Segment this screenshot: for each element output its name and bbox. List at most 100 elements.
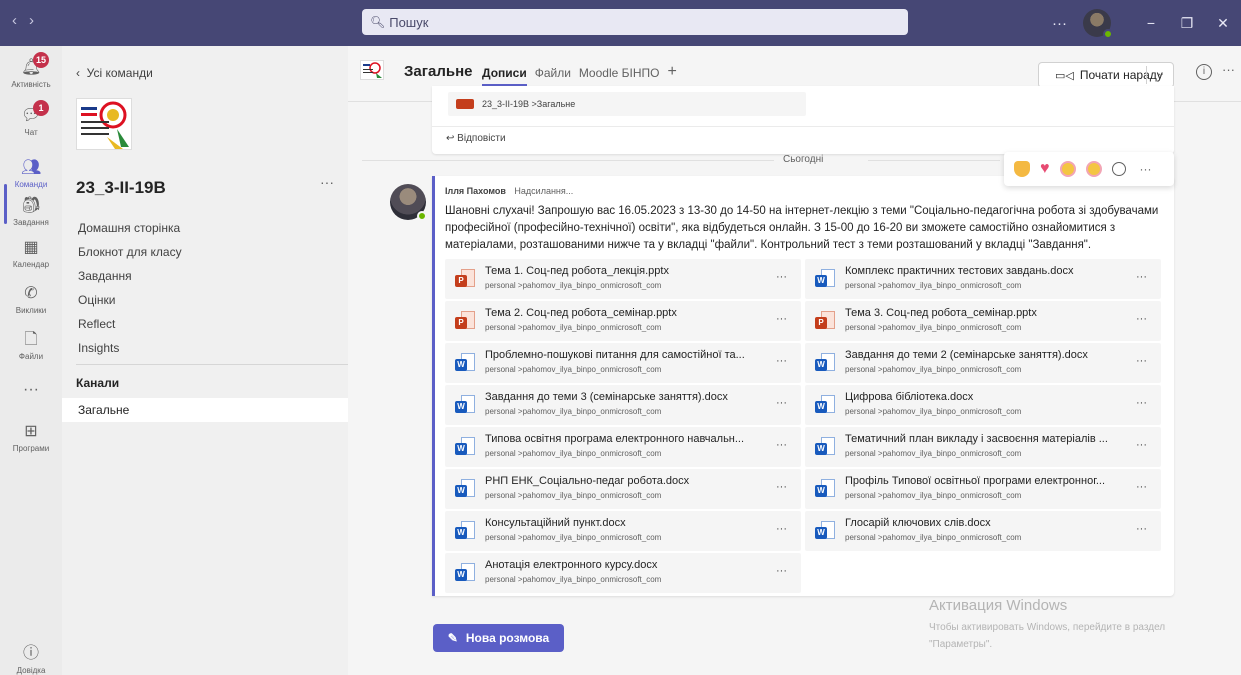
rail-item-calendar[interactable]: ▦ Календар — [0, 238, 62, 269]
start-meeting-label: Почати нараду — [1079, 68, 1163, 82]
all-teams-label: Усі команди — [86, 66, 153, 80]
rail-item-more[interactable]: ··· — [0, 380, 62, 402]
surprised-reaction-icon[interactable] — [1085, 161, 1102, 177]
team-link-reflect[interactable]: Reflect — [78, 312, 182, 336]
message-status: Надсилання... — [514, 186, 574, 196]
file-attachment[interactable]: W Типова освітня програма електронного на… — [445, 427, 801, 467]
file-attachment[interactable]: W Анотація електронного курсу.docx persona… — [445, 553, 801, 593]
file-more-icon[interactable]: ··· — [776, 565, 787, 577]
tab-posts[interactable]: Дописи — [482, 66, 527, 86]
word-icon: W — [815, 521, 835, 543]
rail-label: Завдання — [13, 218, 49, 227]
forward-arrow-icon[interactable]: › — [29, 12, 46, 29]
maximize-button[interactable]: ❐ — [1169, 15, 1205, 32]
author-avatar[interactable] — [390, 184, 427, 221]
chevron-left-icon: ‹ — [76, 66, 80, 80]
prev-attachment-label: 23_3-II-19B >Загальне — [482, 99, 576, 109]
info-icon[interactable]: i — [1196, 64, 1212, 80]
word-icon: W — [455, 479, 475, 501]
team-more-icon[interactable]: ··· — [320, 174, 334, 190]
channels-heading[interactable]: Канали — [76, 376, 119, 390]
file-more-icon[interactable]: ··· — [1136, 523, 1147, 535]
reply-link[interactable]: ↩ Відповісти — [446, 133, 506, 144]
file-more-icon[interactable]: ··· — [776, 271, 787, 283]
file-attachment[interactable]: W Консультаційний пункт.docx personal >pah… — [445, 511, 801, 551]
add-tab-button[interactable]: + — [667, 64, 676, 80]
rail-item-chat[interactable]: 💬︎ 1 Чат — [0, 100, 62, 137]
rail-item-files[interactable]: 🗋 Файли — [0, 330, 62, 361]
prev-attachment[interactable]: 23_3-II-19B >Загальне — [448, 92, 806, 116]
all-teams-link[interactable]: ‹ Усі команди — [76, 66, 153, 80]
rail-item-assignments[interactable]: 🎒︎ Завдання — [0, 196, 62, 227]
tab-moodle[interactable]: Moodle БІНПО — [579, 66, 660, 80]
help-icon: ⓘ — [22, 645, 39, 662]
profile-avatar[interactable] — [1083, 9, 1113, 39]
message-more-icon[interactable]: ··· — [1140, 162, 1152, 176]
close-button[interactable]: ✕ — [1205, 15, 1241, 32]
rail-item-teams[interactable]: 👥︎ Команди — [0, 158, 62, 189]
file-more-icon[interactable]: ··· — [776, 523, 787, 535]
start-meeting-button[interactable]: ▭◁ Почати нараду ⌄ — [1038, 62, 1174, 88]
add-reaction-icon[interactable] — [1111, 162, 1126, 176]
team-link-notebook[interactable]: Блокнот для класу — [78, 240, 182, 264]
file-attachment[interactable]: W Тематичний план викладу і засвоєння мат… — [805, 427, 1161, 467]
file-attachment[interactable]: W Цифрова бібліотека.docx personal >pahomo… — [805, 385, 1161, 425]
file-more-icon[interactable]: ··· — [1136, 271, 1147, 283]
heart-reaction-icon[interactable]: ♥ — [1040, 161, 1050, 177]
team-link-assignments[interactable]: Завдання — [78, 264, 182, 288]
minimize-button[interactable]: − — [1133, 15, 1169, 31]
more-icon: ··· — [23, 381, 39, 398]
tab-files[interactable]: Файли — [535, 66, 571, 80]
file-name: Тема 1. Соц-пед робота_лекція.pptx — [485, 265, 669, 277]
file-attachment[interactable]: P Тема 3. Соц-пед робота_семінар.pptx pers… — [805, 301, 1161, 341]
message-meta: Ілля Пахомов Надсилання... — [445, 186, 573, 196]
like-reaction-icon[interactable] — [1014, 161, 1030, 177]
file-more-icon[interactable]: ··· — [776, 313, 787, 325]
channel-tabs: Дописи Файли Moodle БІНПО + — [482, 64, 677, 86]
file-more-icon[interactable]: ··· — [1136, 355, 1147, 367]
file-more-icon[interactable]: ··· — [1136, 397, 1147, 409]
back-arrow-icon[interactable]: ‹ — [12, 12, 29, 29]
file-attachment[interactable]: W Комплекс практичних тестових завдань.do… — [805, 259, 1161, 299]
chevron-down-icon[interactable]: ⌄ — [1157, 68, 1165, 79]
file-attachment[interactable]: P Тема 1. Соц-пед робота_лекція.pptx perso… — [445, 259, 801, 299]
message-author[interactable]: Ілля Пахомов — [445, 186, 506, 196]
history-nav[interactable]: ‹› — [12, 12, 46, 29]
file-more-icon[interactable]: ··· — [776, 355, 787, 367]
file-path: personal >pahomov_ilya_binpo_onmicrosoft… — [845, 365, 1022, 374]
file-path: personal >pahomov_ilya_binpo_onmicrosoft… — [845, 281, 1022, 290]
chat-badge: 1 — [33, 100, 49, 116]
header-more-icon[interactable]: ··· — [1222, 62, 1235, 77]
new-conversation-button[interactable]: ✎ Нова розмова — [433, 624, 564, 652]
rail-item-help[interactable]: ⓘ Довідка — [0, 644, 62, 675]
file-attachment[interactable]: W Завдання до теми 2 (семінарське заняття… — [805, 343, 1161, 383]
rail-item-calls[interactable]: ✆ Виклики — [0, 284, 62, 315]
file-more-icon[interactable]: ··· — [776, 439, 787, 451]
team-link-grades[interactable]: Оцінки — [78, 288, 182, 312]
file-attachment[interactable]: W Завдання до теми 3 (семінарське заняття… — [445, 385, 801, 425]
rail-item-apps[interactable]: ⊞ Програми — [0, 422, 62, 453]
word-icon: W — [455, 563, 475, 585]
word-icon: W — [815, 353, 835, 375]
search-input[interactable]: 🔍︎ Пошук — [362, 9, 908, 35]
file-attachment[interactable]: W РНП ЕНК_Соціально-педаг робота.docx pers… — [445, 469, 801, 509]
file-path: personal >pahomov_ilya_binpo_onmicrosoft… — [845, 407, 1022, 416]
laugh-reaction-icon[interactable] — [1059, 161, 1076, 177]
settings-more-icon[interactable]: ··· — [1052, 15, 1067, 32]
bell-icon: 🔔︎ 15 — [21, 52, 49, 78]
file-more-icon[interactable]: ··· — [776, 481, 787, 493]
file-more-icon[interactable]: ··· — [1136, 481, 1147, 493]
file-attachment[interactable]: W Глосарій ключових слів.docx personal >pa… — [805, 511, 1161, 551]
team-link-home[interactable]: Домашня сторінка — [78, 216, 182, 240]
file-more-icon[interactable]: ··· — [1136, 439, 1147, 451]
file-more-icon[interactable]: ··· — [776, 397, 787, 409]
team-link-insights[interactable]: Insights — [78, 336, 182, 360]
file-attachment[interactable]: P Тема 2. Соц-пед робота_семінар.pptx pers… — [445, 301, 801, 341]
rail-item-activity[interactable]: 🔔︎ 15 Активність — [0, 52, 62, 89]
channel-item-general[interactable]: Загальне — [62, 398, 348, 422]
divider — [362, 160, 774, 161]
file-attachment[interactable]: W Проблемно-пошукові питання для самостій… — [445, 343, 801, 383]
reaction-bar: ♥ ··· — [1004, 152, 1174, 186]
file-attachment[interactable]: W Профіль Типової освітньої програми елек… — [805, 469, 1161, 509]
file-more-icon[interactable]: ··· — [1136, 313, 1147, 325]
